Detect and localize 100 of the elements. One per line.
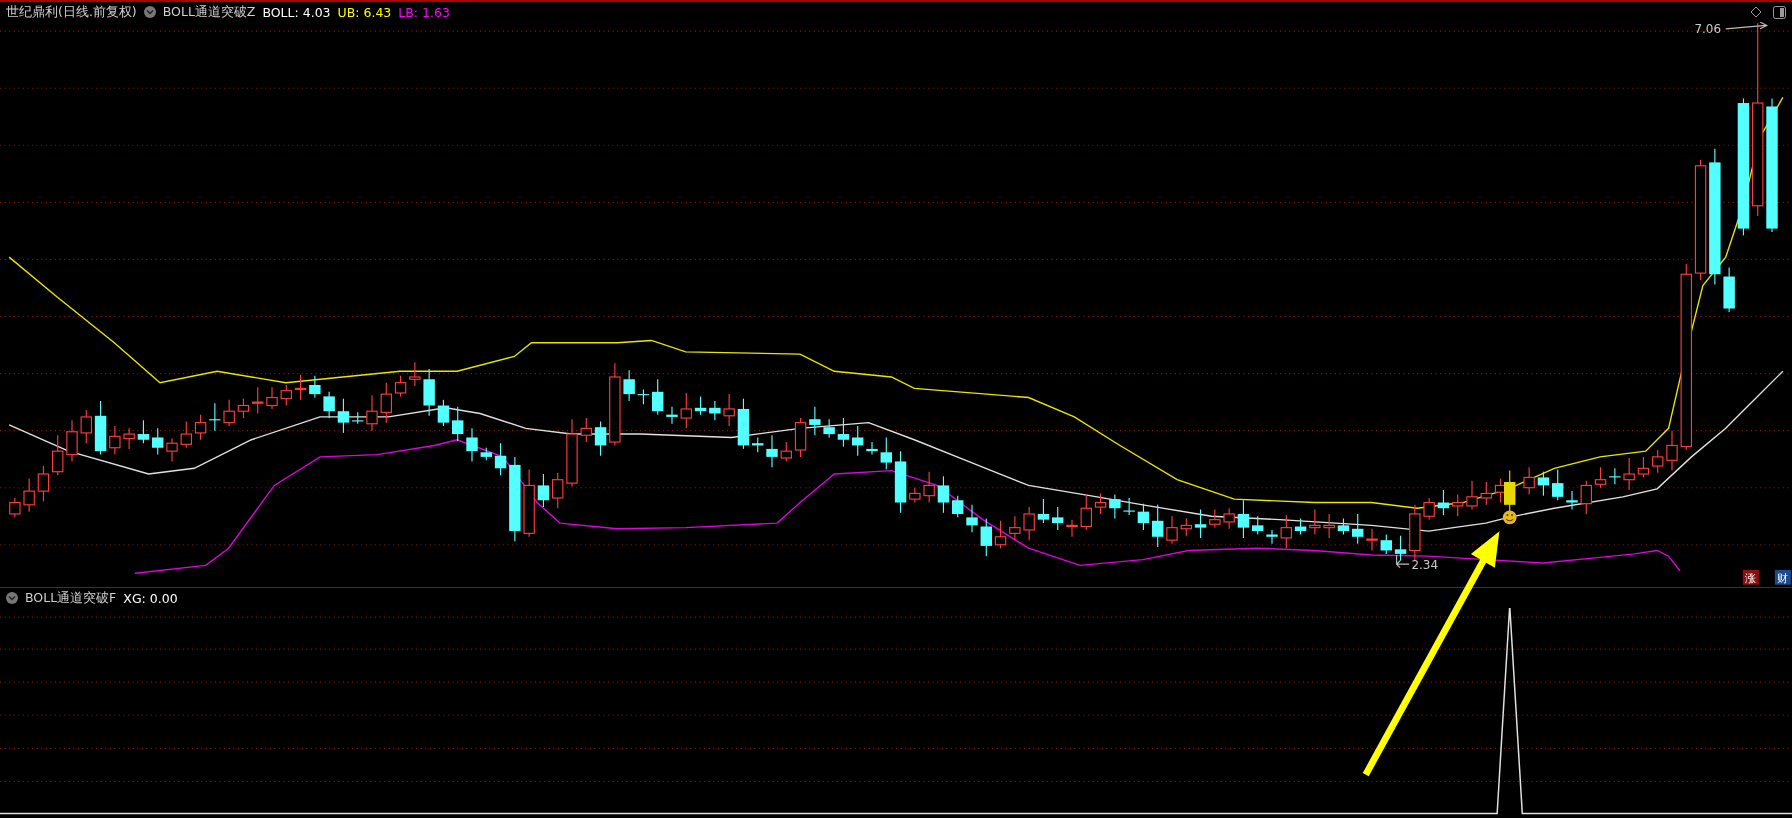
candlestick (52, 434, 64, 476)
candlestick (1152, 504, 1164, 548)
indicator-value: BOLL: 4.03 (262, 4, 331, 20)
high-price-label: 7.06 (1694, 22, 1722, 37)
candlestick (466, 427, 478, 462)
candlestick (423, 368, 435, 417)
candlestick (1723, 266, 1735, 313)
candlestick (1666, 430, 1678, 472)
candlestick (1537, 471, 1550, 497)
candlestick (594, 420, 607, 457)
candlestick (1366, 528, 1378, 552)
candlestick (837, 417, 850, 448)
candlestick (737, 398, 750, 450)
candlestick (1080, 494, 1092, 531)
chevron-down-icon[interactable] (143, 6, 156, 18)
candlestick (252, 386, 264, 415)
candlestick (766, 434, 778, 468)
candlestick (166, 438, 178, 462)
candlestick (452, 406, 464, 442)
candlestick (566, 418, 578, 488)
candlestick (209, 402, 221, 432)
candlestick (1023, 506, 1035, 541)
candlestick (523, 468, 535, 538)
candlestick (223, 399, 235, 427)
candlestick (794, 417, 807, 458)
candlestick (94, 400, 107, 456)
candlestick (237, 398, 250, 419)
candlestick (1323, 513, 1335, 539)
candlestick (1252, 515, 1264, 536)
candlestick (680, 392, 692, 429)
candlestick (752, 436, 764, 453)
candlestick (480, 447, 492, 461)
candlestick (994, 520, 1007, 549)
candlestick (1552, 468, 1564, 501)
chevron-down-icon[interactable] (6, 592, 18, 604)
candlestick (709, 400, 721, 421)
candlestick (937, 475, 950, 514)
candlestick (1437, 489, 1450, 516)
candlestick (1266, 529, 1278, 545)
indicator-value: UB: 6.43 (337, 4, 392, 20)
candlestick (1223, 507, 1235, 530)
candlestick (923, 471, 935, 504)
badge: 财 (1774, 569, 1791, 586)
candlestick (294, 374, 307, 401)
candlestick (866, 441, 878, 456)
candlestick (366, 394, 378, 432)
candlestick (1523, 466, 1535, 496)
candlestick (980, 517, 992, 557)
candlestick (123, 427, 135, 450)
indicator-name: BOLL通道突破F (25, 589, 117, 607)
candlestick (409, 361, 421, 387)
candlestick (1166, 515, 1178, 545)
candlestick (1066, 519, 1078, 538)
low-price-label: 2.34 (1411, 557, 1439, 572)
candlestick (80, 409, 92, 444)
panel-toggle-icon[interactable] (1773, 5, 1786, 19)
stock-name: 世纪鼎利(日线.前复权) (6, 3, 137, 21)
candlestick (1652, 449, 1664, 474)
candlestick (1094, 492, 1107, 515)
candlestick (666, 406, 678, 425)
candlestick (637, 388, 650, 405)
candlestick (1037, 498, 1050, 524)
candlestick (623, 369, 635, 402)
candlestick (23, 478, 35, 513)
indicator-value: XG: 0.00 (123, 590, 178, 606)
diamond-icon[interactable] (1750, 6, 1762, 18)
badge: 涨 (1742, 569, 1759, 586)
candlestick (1209, 508, 1221, 529)
candlestick (152, 427, 164, 456)
candlestick (66, 419, 78, 462)
candlestick (1452, 494, 1464, 517)
arrow-icon (1725, 22, 1769, 30)
candlestick (1394, 535, 1407, 562)
candlestick (1623, 457, 1635, 491)
candlestick (280, 384, 292, 407)
candlestick (537, 473, 550, 508)
candlestick (952, 495, 964, 518)
candlestick (1294, 517, 1307, 536)
candlestick (723, 393, 735, 427)
candlestick (309, 375, 321, 399)
candlestick (194, 414, 207, 441)
candlestick (652, 378, 664, 416)
indicator-name: BOLL通道突破Z (162, 3, 256, 21)
candlestick (1337, 517, 1350, 536)
candlestick (1237, 499, 1250, 539)
candlestick (966, 504, 978, 533)
candlestick (780, 441, 792, 462)
candlestick (1352, 513, 1364, 545)
candlestick (852, 425, 864, 457)
candlestick (1194, 508, 1207, 539)
candlestick (1380, 533, 1392, 555)
smiley-icon (1502, 510, 1517, 525)
candlestick (1566, 490, 1578, 510)
arrow-icon (1395, 554, 1410, 569)
candlestick (109, 425, 121, 456)
candlestick (394, 375, 407, 397)
candlestick (880, 436, 892, 470)
candlestick (352, 411, 364, 425)
candlestick (1480, 481, 1492, 506)
candlestick (137, 419, 150, 444)
